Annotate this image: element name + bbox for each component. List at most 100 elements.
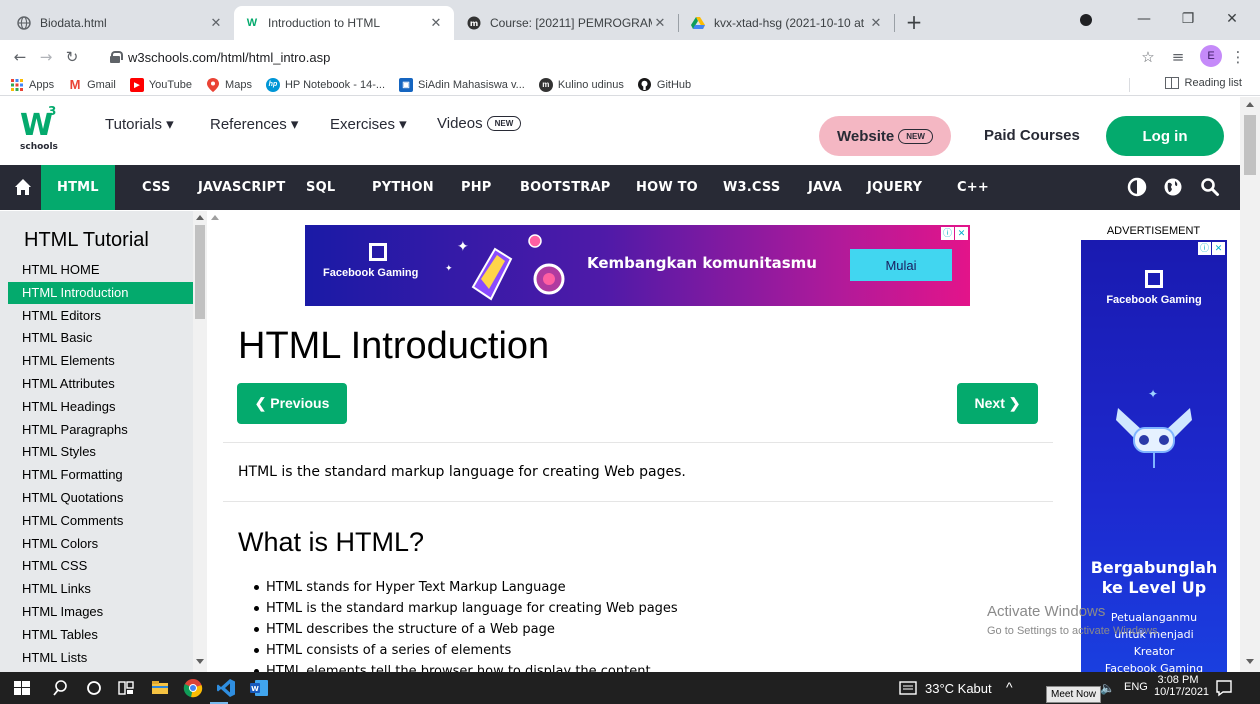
nav-javascript[interactable]: JAVASCRIPT bbox=[198, 165, 285, 210]
browser-tab[interactable]: kvx-xtad-hsg (2021-10-10 at 18:4 ✕ bbox=[680, 6, 894, 40]
bookmark-github[interactable]: GitHub bbox=[638, 78, 691, 92]
scroll-up-icon[interactable] bbox=[211, 215, 219, 220]
bookmark-gmail[interactable]: M Gmail bbox=[68, 77, 116, 92]
sidebar-item[interactable]: HTML Attributes bbox=[8, 373, 193, 395]
search-icon[interactable] bbox=[1200, 177, 1220, 197]
adchoices[interactable]: ⓘ ✕ bbox=[1197, 242, 1225, 255]
nav-cpp[interactable]: C++ bbox=[957, 165, 989, 210]
next-button[interactable]: Next ❯ bbox=[957, 383, 1038, 424]
page-scrollbar[interactable] bbox=[1240, 97, 1260, 672]
adchoices-close-icon[interactable]: ✕ bbox=[1212, 242, 1225, 255]
adchoices-close-icon[interactable]: ✕ bbox=[955, 227, 968, 240]
nav-jquery[interactable]: JQUERY bbox=[867, 165, 922, 210]
scroll-down-icon[interactable] bbox=[196, 659, 204, 664]
profile-avatar[interactable]: E bbox=[1200, 45, 1222, 67]
menu-tutorials[interactable]: Tutorials ▾ bbox=[105, 115, 174, 133]
sidebar-item[interactable]: HTML Comments bbox=[8, 510, 193, 532]
sidebar-item[interactable]: HTML Tables bbox=[8, 624, 193, 646]
sidebar-item[interactable]: HTML Formatting bbox=[8, 464, 193, 486]
nav-sql[interactable]: SQL bbox=[306, 165, 335, 210]
address-bar[interactable]: w3schools.com/html/html_intro.asp bbox=[110, 44, 330, 70]
bookmark-youtube[interactable]: ▶ YouTube bbox=[129, 77, 192, 92]
bookmark-maps[interactable]: Maps bbox=[206, 77, 252, 92]
page-scroll-thumb[interactable] bbox=[1244, 115, 1256, 175]
ad-cta-button[interactable]: Mulai bbox=[850, 249, 952, 281]
sidebar-item[interactable]: HTML Links bbox=[8, 578, 193, 600]
menu-videos[interactable]: Videos NEW bbox=[437, 115, 522, 132]
adchoices-info-icon[interactable]: ⓘ bbox=[1198, 242, 1211, 255]
previous-button[interactable]: ❮ Previous bbox=[237, 383, 347, 424]
window-close-icon[interactable]: ✕ bbox=[1212, 6, 1252, 32]
news-widget-icon[interactable] bbox=[898, 678, 918, 698]
sidebar-item[interactable]: HTML Styles bbox=[8, 441, 193, 463]
close-icon[interactable]: ✕ bbox=[428, 15, 444, 31]
sidebar-item[interactable]: HTML CSS bbox=[8, 555, 193, 577]
weather-text[interactable]: 33°C Kabut bbox=[925, 681, 992, 696]
close-icon[interactable]: ✕ bbox=[868, 15, 884, 31]
chrome-icon[interactable] bbox=[183, 678, 203, 698]
paid-courses-link[interactable]: Paid Courses bbox=[984, 127, 1080, 144]
globe-icon[interactable] bbox=[1163, 177, 1183, 197]
home-icon[interactable] bbox=[14, 178, 32, 196]
vscode-icon[interactable] bbox=[216, 678, 236, 698]
nav-css[interactable]: CSS bbox=[142, 165, 171, 210]
sidebar-scroll-thumb[interactable] bbox=[195, 225, 205, 319]
bookmark-kulino[interactable]: m Kulino udinus bbox=[538, 77, 624, 92]
menu-references[interactable]: References ▾ bbox=[210, 115, 298, 133]
bookmark-apps[interactable]: Apps bbox=[10, 78, 54, 92]
speaker-icon[interactable]: 🔈 bbox=[1100, 681, 1115, 695]
cortana-icon[interactable] bbox=[84, 678, 104, 698]
menu-exercises[interactable]: Exercises ▾ bbox=[330, 115, 407, 133]
new-tab-button[interactable]: + bbox=[902, 10, 926, 34]
sidebar-item[interactable]: HTML Images bbox=[8, 601, 193, 623]
nav-bootstrap[interactable]: BOOTSTRAP bbox=[520, 165, 611, 210]
reload-icon[interactable]: ↻ bbox=[60, 45, 84, 69]
task-view-icon[interactable] bbox=[116, 678, 136, 698]
back-icon[interactable]: ← bbox=[8, 45, 32, 69]
sidebar-item[interactable]: HTML Basic bbox=[8, 327, 193, 349]
windows-start-icon[interactable] bbox=[12, 678, 32, 698]
minimize-icon[interactable]: — bbox=[1124, 6, 1164, 32]
contrast-icon[interactable] bbox=[1127, 177, 1147, 197]
star-icon[interactable]: ☆ bbox=[1136, 45, 1160, 69]
more-menu-icon[interactable]: ⋮ bbox=[1226, 45, 1250, 69]
bookmark-hp[interactable]: hp HP Notebook - 14-... bbox=[265, 77, 385, 92]
word-icon[interactable]: W bbox=[249, 678, 269, 698]
nav-how-to[interactable]: HOW TO bbox=[636, 165, 698, 210]
close-icon[interactable]: ✕ bbox=[652, 15, 668, 31]
banner-ad[interactable]: Facebook Gaming ✦ ✦ Kembangkan komunitas… bbox=[305, 225, 970, 306]
search-icon[interactable] bbox=[52, 678, 72, 698]
scroll-up-icon[interactable] bbox=[196, 215, 204, 220]
nav-php[interactable]: PHP bbox=[461, 165, 492, 210]
nav-html[interactable]: HTML bbox=[41, 165, 115, 210]
sidebar-item[interactable]: HTML Elements bbox=[8, 350, 193, 372]
close-icon[interactable]: ✕ bbox=[208, 15, 224, 31]
adchoices[interactable]: ⓘ ✕ bbox=[940, 227, 968, 240]
browser-tab-active[interactable]: W Introduction to HTML ✕ bbox=[234, 6, 454, 40]
login-button[interactable]: Log in bbox=[1106, 116, 1224, 156]
sidebar-scrollbar[interactable] bbox=[193, 211, 207, 672]
file-explorer-icon[interactable] bbox=[150, 678, 170, 698]
clock[interactable]: 3:08 PM 10/17/2021 bbox=[1154, 674, 1209, 698]
sidebar-item[interactable]: HTML Headings bbox=[8, 396, 193, 418]
sidebar-item[interactable]: HTML Paragraphs bbox=[8, 419, 193, 441]
sidebar-item[interactable]: HTML Colors bbox=[8, 533, 193, 555]
media-record-icon[interactable] bbox=[1080, 14, 1092, 26]
scroll-down-icon[interactable] bbox=[1246, 659, 1254, 664]
website-button[interactable]: Website NEW bbox=[819, 116, 951, 156]
nav-java[interactable]: JAVA bbox=[808, 165, 842, 210]
reading-list-icon[interactable]: ≡ bbox=[1166, 45, 1190, 69]
language-indicator[interactable]: ENG bbox=[1124, 681, 1148, 693]
w3schools-logo[interactable]: W 3 schools bbox=[20, 104, 80, 152]
restore-icon[interactable]: ❐ bbox=[1168, 6, 1208, 32]
scroll-up-icon[interactable] bbox=[1246, 102, 1254, 107]
nav-w3css[interactable]: W3.CSS bbox=[723, 165, 780, 210]
reading-list-button[interactable]: Reading list bbox=[1164, 77, 1242, 89]
browser-tab[interactable]: Biodata.html ✕ bbox=[6, 6, 234, 40]
sidebar-item[interactable]: HTML Editors bbox=[8, 305, 193, 327]
adchoices-info-icon[interactable]: ⓘ bbox=[941, 227, 954, 240]
sidebar-item[interactable]: HTML HOME bbox=[8, 259, 193, 281]
sidebar-item[interactable]: HTML Introduction bbox=[8, 281, 193, 304]
chevron-up-icon[interactable]: ^ bbox=[1006, 679, 1013, 695]
nav-python[interactable]: PYTHON bbox=[372, 165, 434, 210]
